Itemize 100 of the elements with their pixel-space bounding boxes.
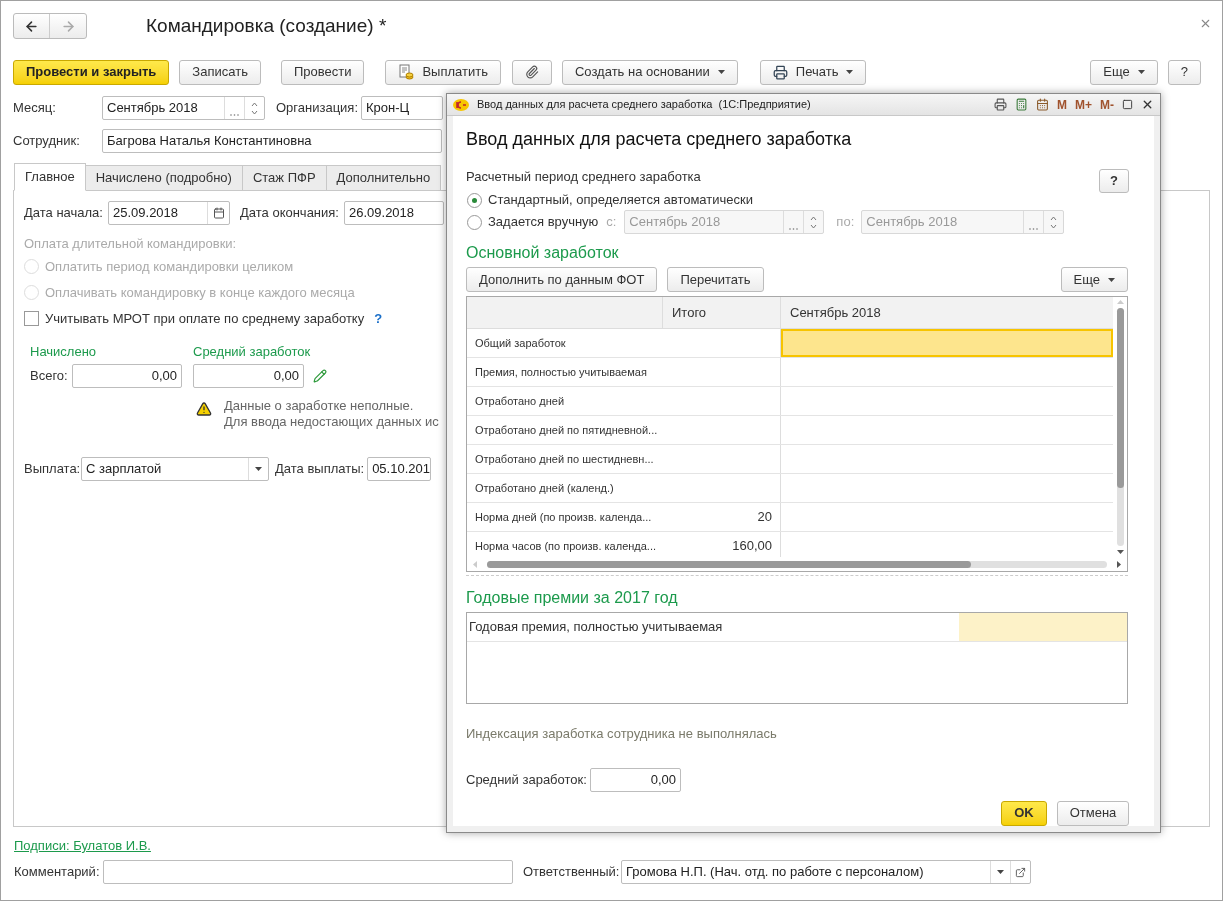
scrollbar-track[interactable] [1116,308,1124,546]
scroll-thumb[interactable] [1116,308,1124,488]
warning-text: Для ввода недостающих данных ис [224,413,439,430]
forward-icon [60,18,76,34]
toolbar-button[interactable]: Провести и закрыть [13,59,170,85]
toolbar-button[interactable]: Провести [280,59,365,85]
help-button[interactable]: ? [1099,169,1129,193]
text-field[interactable]: 25.09.2018 [108,201,230,225]
back-icon [24,18,39,34]
group-label: Оплата длительной командировки: [24,235,237,253]
caret-icon [255,466,262,471]
row-label-cell-text: Норма часов (по произв. календа... [474,538,658,554]
checkbox[interactable] [24,311,39,326]
toolbar-button[interactable]: ? [1167,59,1201,85]
toolbar-button[interactable]: Дополнить по данным ФОТ [466,267,658,292]
text-field[interactable]: 05.10.201 [367,456,432,481]
section-title: Основной заработок [466,243,620,263]
caret-icon [846,70,854,74]
text-field[interactable]: Сентябрь 2018 [102,96,265,120]
column-header[interactable]: Итого [663,297,781,328]
toolbar-button[interactable]: Записать [179,59,261,85]
close-icon[interactable] [1141,98,1154,111]
text-field[interactable]: 0,00 [193,363,304,388]
row-label-cell-text: Отработано дней [474,393,566,409]
toolbar-button[interactable]: Печать [759,59,867,85]
dialog-title: Ввод данных для расчета среднего заработка (1С:Предприятие) [477,97,811,113]
field-label: Ответственный: [523,863,621,882]
radio-label: Оплатить период командировки целиком [45,257,294,276]
calculator-icon[interactable] [1015,98,1028,111]
field-label: Дата начала: [24,204,104,223]
section-title: Годовые премии за 2017 год [466,588,679,608]
printer-icon[interactable] [994,98,1007,111]
cancel-button[interactable]: Отмена [1057,800,1129,826]
current-cell[interactable] [781,329,1113,357]
group-label: Расчетный период среднего заработка [466,168,701,186]
open-icon[interactable] [1015,866,1026,878]
radio-button[interactable] [467,192,482,208]
scroll-right-icon[interactable] [1117,560,1121,568]
ok-button[interactable]: OK [1001,800,1047,826]
help-link[interactable]: ? [374,308,383,329]
section-title: Начислено [30,342,98,361]
memory-button[interactable]: M- [1100,95,1114,114]
radio-label: Задается вручную [488,213,599,232]
text-field[interactable]: С зарплатой [81,456,269,481]
tab[interactable]: Дополнительно [325,165,442,191]
indexation-note: Индексация заработка сотрудника не выполнялась [466,725,778,743]
comment-field[interactable] [103,860,513,884]
field-label: с: [606,213,618,232]
toolbar-button[interactable]: Еще [1060,267,1128,292]
field-label: Дата выплаты: [275,459,365,478]
text-field[interactable]: 0,00 [72,363,182,388]
scroll-down-icon[interactable] [1116,550,1124,554]
tab[interactable]: Главное [14,163,86,191]
row-label-cell-text: Отработано дней по шестидневн... [474,451,655,467]
memory-button[interactable]: M+ [1075,95,1092,114]
field-label: по: [836,213,856,232]
signatures-link[interactable]: Подписи: Булатов И.В. [14,838,151,853]
toolbar-button[interactable]: Еще [1090,59,1158,85]
text-field[interactable]: Багрова Наталья Константиновна [102,129,442,153]
field-label: Выплата: [24,459,81,478]
text-field[interactable]: 0,00 [590,767,681,792]
calendar-icon[interactable] [1036,98,1049,111]
tab[interactable]: Начислено (подробно) [84,165,243,191]
text-field[interactable]: Крон-Ц [361,96,443,120]
scroll-thumb[interactable] [487,560,971,568]
value-cell[interactable] [959,613,1127,641]
scrollbar-track[interactable] [487,560,1107,568]
toolbar-button[interactable]: Создать на основании [561,59,738,85]
total-cell: 20 [663,503,781,531]
section-title: Средний заработок [193,342,312,361]
tab[interactable]: Стаж ПФР [241,165,327,191]
spinner-icon[interactable] [810,215,818,229]
caret-icon [717,70,725,74]
row-label-cell-text: Норма дней (по произв. календа... [474,509,653,525]
field-label: Средний заработок: [466,770,588,789]
spinner-icon[interactable] [251,101,258,115]
toolbar-button[interactable]: Выплатить [385,59,501,85]
checkbox-label: Учитывать МРОТ при оплате по среднему заработку [45,309,365,328]
paperclip-icon [524,65,539,79]
row-label-cell-text: Отработано дней по пятидневной... [474,422,659,438]
radio-label: Оплачивать командировку в конце каждого месяца [45,283,355,302]
field-label: Организация: [276,99,360,118]
toolbar-button[interactable]: Перечитать [667,267,764,292]
row-label-cell-text: Годовая премия, полностью учитываемая [468,618,724,637]
row-label-cell-text: Общий заработок [474,335,567,351]
radio-button[interactable] [467,214,482,230]
text-field[interactable]: 26.09.2018 [344,201,444,225]
column-header[interactable]: Сентябрь 2018 [781,297,1113,328]
caret-icon [1137,70,1145,74]
calendar-icon[interactable] [212,207,225,219]
maximize-icon[interactable] [1122,99,1133,110]
text-field[interactable]: Громова Н.П. (Нач. отд. по работе с персоналом) [621,860,1031,884]
attach-button[interactable] [511,59,552,85]
caret-icon [1108,277,1115,282]
radio-label: Стандартный, определяется автоматически [488,191,753,210]
printer-icon [772,64,788,80]
row-label-cell-text: Премия, полностью учитываемая [474,364,648,380]
memory-button[interactable]: M [1057,95,1067,114]
spinner-icon[interactable] [1050,215,1058,229]
pencil-icon[interactable] [313,368,327,383]
